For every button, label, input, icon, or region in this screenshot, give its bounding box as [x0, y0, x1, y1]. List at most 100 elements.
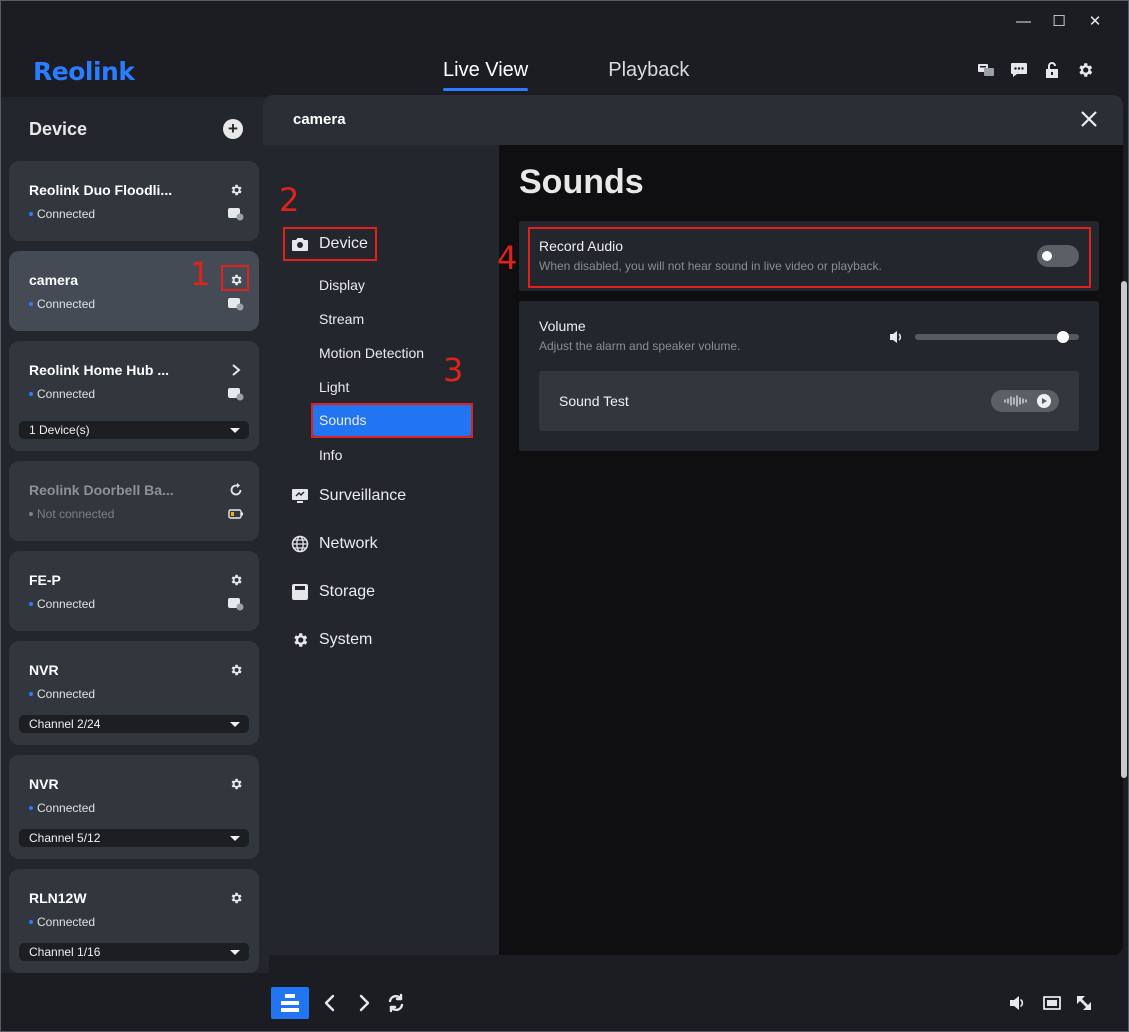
device-card[interactable]: RLN12W Connected Channel 1/16 — [9, 869, 259, 973]
gear-icon[interactable] — [228, 776, 244, 792]
device-card-selected[interactable]: camera Connected — [9, 251, 259, 331]
refresh-icon[interactable] — [387, 993, 405, 1013]
annotation-2: 2 — [279, 181, 300, 219]
volume-slider-thumb[interactable] — [1056, 331, 1069, 343]
aspect-ratio-icon[interactable] — [1043, 993, 1061, 1013]
previous-icon[interactable] — [321, 993, 339, 1013]
reolink-logo: Reolink — [33, 57, 135, 86]
storage-icon — [292, 584, 308, 600]
close-window-button[interactable]: ✕ — [1088, 11, 1102, 33]
volume-slider[interactable] — [915, 331, 1079, 343]
main-tabs: Live View Playback — [443, 59, 689, 91]
gear-icon[interactable] — [228, 572, 244, 588]
nav-item-light[interactable]: Light — [319, 379, 349, 395]
channel-select[interactable]: Channel 5/12 — [19, 829, 249, 847]
layout-list-button[interactable] — [271, 987, 309, 1019]
speaker-icon — [889, 329, 905, 345]
device-sidebar: Device + Reolink Duo Floodli... Connecte… — [1, 97, 269, 973]
device-status: Connected — [29, 207, 95, 221]
minimize-button[interactable]: — — [1016, 11, 1031, 33]
device-name: Reolink Home Hub ... — [29, 362, 170, 378]
device-status: Connected — [29, 297, 95, 311]
annotation-3: 3 — [443, 351, 464, 389]
battery-icon — [228, 207, 244, 221]
volume-description: Adjust the alarm and speaker volume. — [539, 339, 741, 353]
sidebar-title: Device — [29, 119, 88, 139]
nav-system[interactable]: System — [291, 631, 372, 649]
gear-icon[interactable] — [228, 662, 244, 678]
volume-icon[interactable] — [1009, 993, 1027, 1013]
device-status: Connected — [29, 687, 95, 701]
device-count-select[interactable]: 1 Device(s) — [19, 421, 249, 439]
refresh-icon[interactable] — [228, 482, 244, 498]
gear-icon[interactable] — [228, 182, 244, 198]
panel-header: camera — [263, 95, 1123, 145]
device-name: Reolink Duo Floodli... — [29, 182, 173, 198]
sound-test-label: Sound Test — [559, 393, 629, 409]
close-icon[interactable] — [1079, 109, 1099, 129]
device-name: NVR — [29, 662, 59, 678]
annotation-4: 4 — [497, 239, 518, 277]
channel-select[interactable]: Channel 2/24 — [19, 715, 249, 733]
nav-storage[interactable]: Storage — [291, 583, 375, 601]
settings-nav: Device Display Stream Motion Detection L… — [263, 145, 499, 955]
gear-icon[interactable] — [228, 890, 244, 906]
nav-surveillance[interactable]: Surveillance — [291, 487, 406, 505]
maximize-button[interactable]: ☐ — [1052, 11, 1066, 33]
chevron-right-icon[interactable] — [228, 362, 244, 378]
settings-icon[interactable] — [1076, 61, 1094, 79]
device-card-offline[interactable]: Reolink Doorbell Ba... Not connected — [9, 461, 259, 541]
nav-item-motion-detection[interactable]: Motion Detection — [319, 345, 424, 361]
device-status: Connected — [29, 387, 95, 401]
battery-icon — [228, 387, 244, 401]
highlight-sounds-nav — [311, 403, 473, 438]
volume-slider-fill — [915, 334, 1063, 340]
layout-icon — [281, 994, 299, 1012]
device-status: Not connected — [29, 507, 114, 521]
device-name: NVR — [29, 776, 59, 792]
scrollbar[interactable] — [1121, 281, 1127, 778]
monitor-icon — [292, 489, 308, 503]
globe-icon — [291, 535, 309, 553]
device-card[interactable]: Reolink Home Hub ... Connected 1 Device(… — [9, 341, 259, 451]
nav-item-stream[interactable]: Stream — [319, 311, 364, 327]
highlight-device-nav — [283, 227, 377, 261]
page-title: Sounds — [519, 163, 644, 201]
tab-live-view[interactable]: Live View — [443, 59, 529, 91]
device-status: Connected — [29, 597, 95, 611]
device-card[interactable]: Reolink Duo Floodli... Connected — [9, 161, 259, 241]
gear-icon — [294, 633, 308, 647]
channel-select[interactable]: Channel 1/16 — [19, 943, 249, 961]
device-name: camera — [29, 272, 79, 288]
volume-card: Volume Adjust the alarm and speaker volu… — [519, 301, 1099, 451]
window-controls: — ☐ ✕ — [1016, 11, 1102, 33]
tab-playback[interactable]: Playback — [608, 59, 689, 91]
highlight-record-audio — [528, 227, 1091, 288]
add-device-button[interactable]: + — [223, 119, 243, 139]
fullscreen-icon[interactable] — [1075, 993, 1093, 1013]
sound-test-row: Sound Test — [539, 371, 1079, 431]
app-window: — ☐ ✕ Reolink Live View Playback Device … — [0, 0, 1129, 1032]
bottom-toolbar — [269, 973, 1128, 1031]
message-icon[interactable] — [1010, 61, 1028, 79]
battery-icon — [228, 297, 244, 311]
sound-test-play-button[interactable] — [991, 390, 1059, 412]
next-icon[interactable] — [355, 993, 373, 1013]
header-icons — [977, 61, 1094, 79]
volume-title: Volume — [539, 318, 586, 334]
nav-item-info[interactable]: Info — [319, 447, 342, 463]
device-name: RLN12W — [29, 890, 87, 906]
device-card[interactable]: FE-P Connected — [9, 551, 259, 631]
nav-item-display[interactable]: Display — [319, 277, 365, 293]
panel-title: camera — [293, 111, 346, 128]
settings-panel: camera Device Display Stream Motion Dete… — [263, 95, 1123, 955]
device-status: Connected — [29, 915, 95, 929]
device-card[interactable]: NVR Connected Channel 2/24 — [9, 641, 259, 745]
device-card[interactable]: NVR Connected Channel 5/12 — [9, 755, 259, 859]
device-name: FE-P — [29, 572, 61, 588]
language-icon[interactable] — [977, 61, 995, 79]
device-status: Connected — [29, 801, 95, 815]
battery-icon — [228, 597, 244, 611]
unlock-icon[interactable] — [1043, 61, 1061, 79]
nav-network[interactable]: Network — [291, 535, 378, 553]
